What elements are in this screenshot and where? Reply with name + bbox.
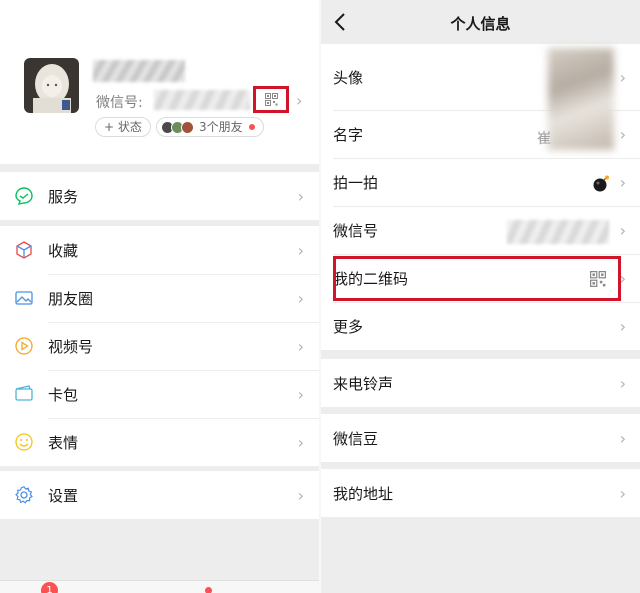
menu-item-settings[interactable]: 设置 › <box>0 471 319 519</box>
chevron-right-icon[interactable]: › <box>296 91 302 110</box>
me-tab-screen: 微信号: › + 状态 3个朋友 服务 › 收藏 › 朋友圈 › 视频号 › 卡… <box>0 0 319 593</box>
chevron-right-icon: › <box>619 172 626 192</box>
page-title: 个人信息 <box>450 15 511 33</box>
chevron-right-icon: › <box>297 485 304 505</box>
card-icon <box>15 385 33 401</box>
status-button[interactable]: + 状态 <box>95 117 151 137</box>
chevron-right-icon: › <box>619 483 626 503</box>
wechat-id-label: 微信号: <box>96 95 143 111</box>
menu-item-label: 视频号 <box>48 337 94 356</box>
service-icon <box>15 187 33 205</box>
menu-item-label: 卡包 <box>48 385 79 404</box>
avatar[interactable] <box>24 58 79 113</box>
menu-group-services: 服务 › <box>0 172 319 220</box>
friends-status-button[interactable]: 3个朋友 <box>156 117 264 137</box>
channels-icon <box>15 337 33 355</box>
row-more[interactable]: 更多 › <box>321 302 640 350</box>
chevron-right-icon: › <box>297 186 304 206</box>
info-group-address: 我的地址 › <box>321 469 640 517</box>
sticker-icon <box>15 433 33 451</box>
chevron-right-icon: › <box>297 336 304 356</box>
row-my-address[interactable]: 我的地址 › <box>321 469 640 517</box>
chevron-right-icon: › <box>297 288 304 308</box>
chevron-right-icon: › <box>297 240 304 260</box>
chevron-right-icon: › <box>619 124 626 144</box>
wechat-id-value-blurred <box>507 220 609 244</box>
menu-item-services[interactable]: 服务 › <box>0 172 319 220</box>
menu-item-label: 设置 <box>48 486 79 505</box>
nickname-blurred <box>93 60 185 82</box>
row-label: 更多 <box>333 317 364 336</box>
chevron-right-icon: › <box>619 316 626 336</box>
chevron-right-icon: › <box>619 67 626 87</box>
new-dot <box>248 124 255 130</box>
menu-item-moments[interactable]: 朋友圈 › <box>0 274 319 322</box>
wechat-id-blurred <box>154 90 250 110</box>
friends-count-label: 3个朋友 <box>199 120 243 134</box>
row-label: 头像 <box>333 68 364 87</box>
unread-badge: 1 <box>41 582 58 593</box>
info-group-beans: 微信豆 › <box>321 414 640 462</box>
avatar-blurred[interactable] <box>548 48 614 150</box>
menu-item-stickers[interactable]: 表情 › <box>0 418 319 466</box>
chevron-right-icon: › <box>619 220 626 240</box>
menu-group-settings: 设置 › <box>0 471 319 519</box>
chevron-right-icon: › <box>619 428 626 448</box>
moments-icon <box>15 291 33 305</box>
row-label: 名字 <box>333 125 364 144</box>
row-label: 微信豆 <box>333 429 379 448</box>
chevron-right-icon: › <box>619 373 626 393</box>
row-label: 来电铃声 <box>333 374 394 393</box>
qr-code-button[interactable] <box>253 86 289 113</box>
favorites-icon <box>16 241 32 259</box>
personal-info-screen: 个人信息 头像 › 名字 › 拍一拍 › 微信号 › 我的二维码 › 更多 › … <box>321 0 640 593</box>
row-label: 拍一拍 <box>333 173 379 192</box>
menu-item-channels[interactable]: 视频号 › <box>0 322 319 370</box>
chevron-right-icon: › <box>297 384 304 404</box>
qr-code-icon <box>264 93 278 106</box>
row-ringtone[interactable]: 来电铃声 › <box>321 359 640 407</box>
info-group-ringtone: 来电铃声 › <box>321 359 640 407</box>
nav-bar: 个人信息 <box>321 0 640 44</box>
bomb-icon <box>593 175 609 192</box>
row-wechat-beans[interactable]: 微信豆 › <box>321 414 640 462</box>
menu-group-main: 收藏 › 朋友圈 › 视频号 › 卡包 › 表情 › <box>0 226 319 466</box>
menu-item-card[interactable]: 卡包 › <box>0 370 319 418</box>
menu-item-label: 朋友圈 <box>48 289 94 308</box>
chevron-right-icon: › <box>297 432 304 452</box>
highlight-box <box>333 256 621 301</box>
profile-header[interactable]: 微信号: › + 状态 3个朋友 <box>0 0 319 164</box>
name-value: 崔 <box>537 131 551 147</box>
settings-icon <box>15 486 33 504</box>
row-label: 我的地址 <box>333 484 394 503</box>
menu-item-label: 收藏 <box>48 241 79 260</box>
menu-item-favorites[interactable]: 收藏 › <box>0 226 319 274</box>
friend-avatar <box>181 120 194 134</box>
row-label: 微信号 <box>333 221 379 240</box>
menu-item-label: 服务 <box>48 187 79 206</box>
menu-item-label: 表情 <box>48 433 79 452</box>
discover-red-dot <box>205 587 212 593</box>
